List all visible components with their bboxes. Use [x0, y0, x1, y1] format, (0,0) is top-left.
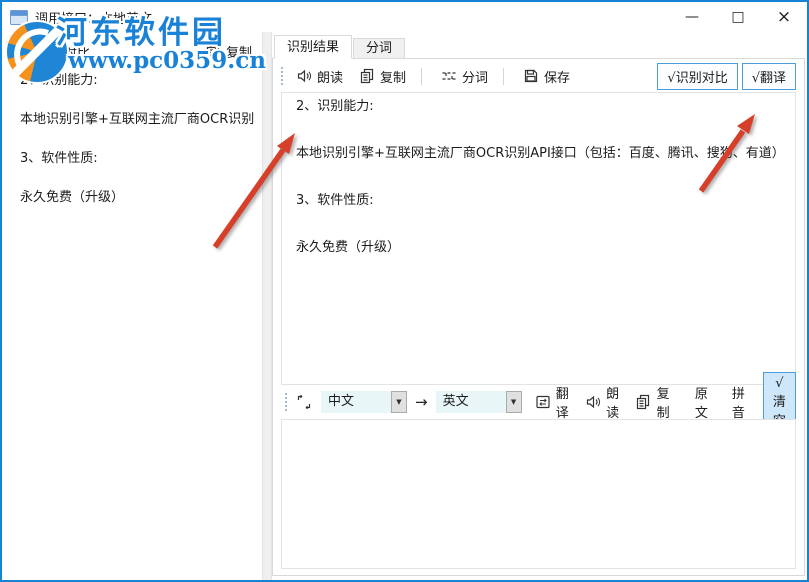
copy-button[interactable]: 复制: [632, 381, 672, 423]
result-toolbar: 朗读 复制: [275, 62, 802, 90]
tab-word-segmentation[interactable]: 分词: [353, 38, 405, 59]
source-language-select[interactable]: 中文 ▼: [321, 391, 407, 413]
translate-toolbar: 中文 ▼ → 英文 ▼ 翻译: [281, 388, 796, 416]
panel-splitter[interactable]: [262, 32, 272, 580]
pinyin-button[interactable]: 拼音: [730, 381, 747, 423]
toolbar-grip[interactable]: [285, 393, 287, 411]
translation-text-area[interactable]: [281, 419, 796, 569]
result-line: 3、软件性质:: [296, 192, 781, 209]
compare-label: 识别对比: [38, 42, 90, 61]
translate-label: 翻译: [556, 383, 569, 421]
source-language-value: 中文: [321, 391, 391, 413]
compare-copy-button[interactable]: 复制: [201, 38, 256, 64]
compare-panel: 识别对比 复制 2、识别能力: 本地识别引擎+互联网主流厂商OCR识别 3、软件…: [2, 32, 262, 580]
toolbar-toggles: √识别对比 √翻译: [657, 63, 796, 90]
speaker-icon: [296, 68, 312, 84]
maximize-button[interactable]: □: [715, 2, 761, 32]
translate-toggle-button[interactable]: √翻译: [742, 63, 796, 90]
compare-copy-label: 复制: [226, 42, 252, 61]
app-icon: [10, 10, 28, 25]
compare-text-area[interactable]: 2、识别能力: 本地识别引擎+互联网主流厂商OCR识别 3、软件性质: 永久免费…: [20, 72, 262, 228]
compare-line: 3、软件性质:: [20, 150, 262, 167]
app-window: 调用接口：本地英文 — □ × 识别对比: [0, 0, 809, 582]
translate-button[interactable]: 翻译: [532, 381, 572, 423]
tabbar: 识别结果 分词: [274, 35, 406, 59]
result-panel: 识别结果 分词 朗读: [272, 32, 807, 580]
swap-languages-button[interactable]: [293, 392, 315, 412]
close-button[interactable]: ×: [761, 2, 807, 32]
compare-line: 永久免费（升级）: [20, 189, 262, 206]
copy-label: 复制: [380, 67, 406, 86]
segment-label: 分词: [462, 67, 488, 86]
read-aloud-button[interactable]: 朗读: [582, 381, 622, 423]
swap-languages-icon: [296, 394, 312, 410]
chevron-down-icon[interactable]: ▼: [391, 391, 407, 413]
toolbar-grip[interactable]: [6, 42, 8, 60]
result-line: 永久免费（升级）: [296, 239, 781, 256]
speaker-icon: [585, 394, 601, 410]
toolbar-separator: [421, 68, 422, 85]
compare-header: 识别对比: [16, 42, 90, 61]
target-language-select[interactable]: 英文 ▼: [436, 391, 522, 413]
titlebar: 调用接口：本地英文 — □ ×: [2, 2, 807, 32]
copy-icon: [635, 394, 651, 410]
original-text-button[interactable]: 原文: [693, 381, 710, 423]
copy-icon: [359, 68, 375, 84]
toolbar-grip[interactable]: [281, 67, 283, 85]
tab-recognition-result[interactable]: 识别结果: [274, 35, 352, 59]
copy-label: 复制: [656, 383, 669, 421]
compare-line: 本地识别引擎+互联网主流厂商OCR识别: [20, 111, 262, 128]
window-title: 调用接口：本地英文: [35, 8, 152, 27]
save-icon: [523, 68, 539, 84]
recognition-text-area[interactable]: 2、识别能力: 本地识别引擎+互联网主流厂商OCR识别API接口（包括：百度、腾…: [281, 92, 796, 385]
compare-toggle-button[interactable]: √识别对比: [657, 63, 737, 90]
segment-button[interactable]: 分词: [438, 65, 491, 88]
direction-arrow-icon: →: [415, 393, 428, 411]
chevron-down-icon[interactable]: ▼: [506, 391, 522, 413]
segment-icon: [441, 68, 457, 84]
toolbar-separator: [503, 68, 504, 85]
read-aloud-button[interactable]: 朗读: [293, 65, 346, 88]
save-button[interactable]: 保存: [520, 65, 573, 88]
minimize-button[interactable]: —: [669, 2, 715, 32]
read-aloud-label: 朗读: [606, 383, 619, 421]
target-language-value: 英文: [436, 391, 506, 413]
read-aloud-label: 朗读: [317, 67, 343, 86]
save-label: 保存: [544, 67, 570, 86]
compare-panel-toolbar: 识别对比 复制: [2, 38, 258, 64]
result-tabpage: 朗读 复制: [272, 58, 805, 576]
copy-icon: [205, 43, 221, 59]
result-line: 本地识别引擎+互联网主流厂商OCR识别API接口（包括：百度、腾讯、搜狗、有道）: [296, 145, 781, 162]
compare-columns-icon: [16, 43, 32, 59]
translate-icon: [535, 394, 551, 410]
compare-line: 2、识别能力:: [20, 72, 262, 89]
copy-button[interactable]: 复制: [356, 65, 409, 88]
result-line: 2、识别能力:: [296, 98, 781, 115]
window-controls: — □ ×: [669, 2, 807, 32]
